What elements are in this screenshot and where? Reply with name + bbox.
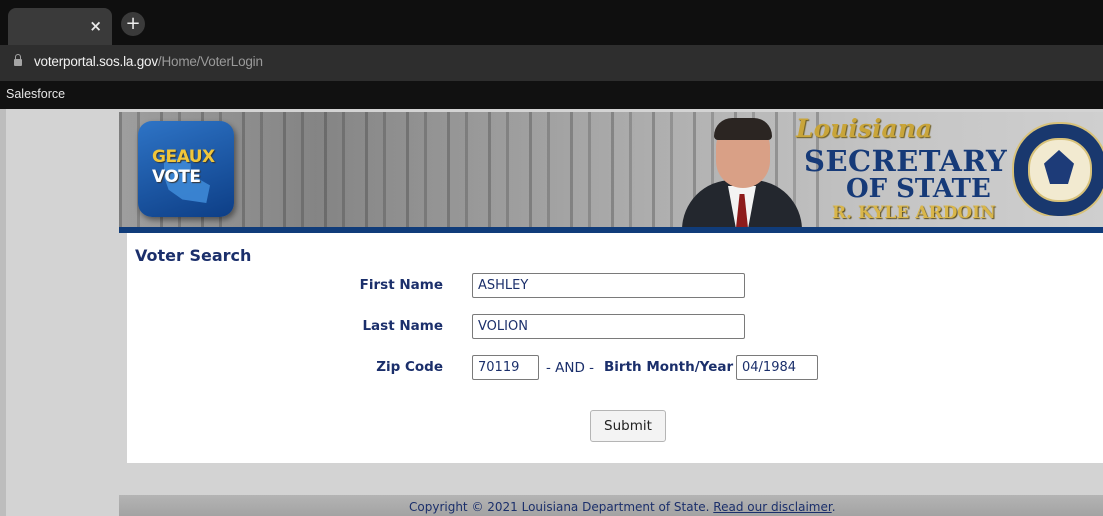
bookmark-salesforce[interactable]: Salesforce	[6, 87, 65, 101]
url-path: /Home/VoterLogin	[157, 54, 263, 69]
footer-period: .	[831, 500, 836, 514]
logo-text-geaux: GEAUX	[152, 147, 215, 167]
close-tab-icon[interactable]: ×	[89, 17, 102, 35]
footer-text: Copyright © 2021 Louisiana Department of…	[409, 500, 836, 514]
secretary-of-state-title: Louisiana SECRETARY OF STATE R. KYLE ARD…	[790, 112, 1008, 227]
copyright-text: Copyright © 2021 Louisiana Department of…	[409, 500, 714, 514]
first-name-input[interactable]	[472, 273, 745, 298]
url-host: voterportal.sos.la.gov	[34, 54, 158, 69]
birth-month-year-label: Birth Month/Year	[604, 359, 734, 375]
and-separator: - AND -	[546, 360, 595, 376]
birth-month-year-input[interactable]	[736, 355, 818, 380]
portrait-hair	[714, 118, 772, 140]
zip-code-label: Zip Code	[376, 359, 443, 375]
address-bar[interactable]: voterportal.sos.la.gov/Home/VoterLogin	[0, 45, 1103, 81]
new-tab-button[interactable]: +	[121, 12, 145, 36]
lock-icon[interactable]	[14, 54, 22, 66]
disclaimer-link[interactable]: Read our disclaimer	[713, 500, 831, 514]
url-text[interactable]: voterportal.sos.la.gov/Home/VoterLogin	[34, 54, 263, 69]
page-title: Voter Search	[135, 246, 252, 265]
logo-text-vote: VOTE	[152, 167, 201, 187]
first-name-label: First Name	[359, 277, 443, 293]
last-name-input[interactable]	[472, 314, 745, 339]
bookmarks-bar: Salesforce	[0, 81, 1103, 109]
voter-search-panel: Voter Search First Name Last Name Zip Co…	[127, 233, 1103, 463]
secretary-text: SECRETARY	[804, 144, 1008, 178]
of-state-text: OF STATE	[846, 174, 991, 204]
secretary-portrait	[670, 112, 805, 227]
browser-tab[interactable]: ×	[8, 8, 112, 45]
official-name: R. KYLE ARDOIN	[832, 203, 996, 223]
geaux-vote-logo[interactable]: GEAUX VOTE	[138, 121, 234, 217]
browser-tab-strip: × +	[0, 0, 1103, 45]
last-name-label: Last Name	[362, 318, 443, 334]
page-footer: Copyright © 2021 Louisiana Department of…	[119, 495, 1103, 516]
page-left-gutter	[0, 109, 6, 516]
louisiana-script: Louisiana	[796, 114, 933, 143]
submit-button[interactable]: Submit	[590, 410, 666, 442]
state-seal-icon	[1012, 122, 1103, 216]
zip-code-input[interactable]	[472, 355, 539, 380]
